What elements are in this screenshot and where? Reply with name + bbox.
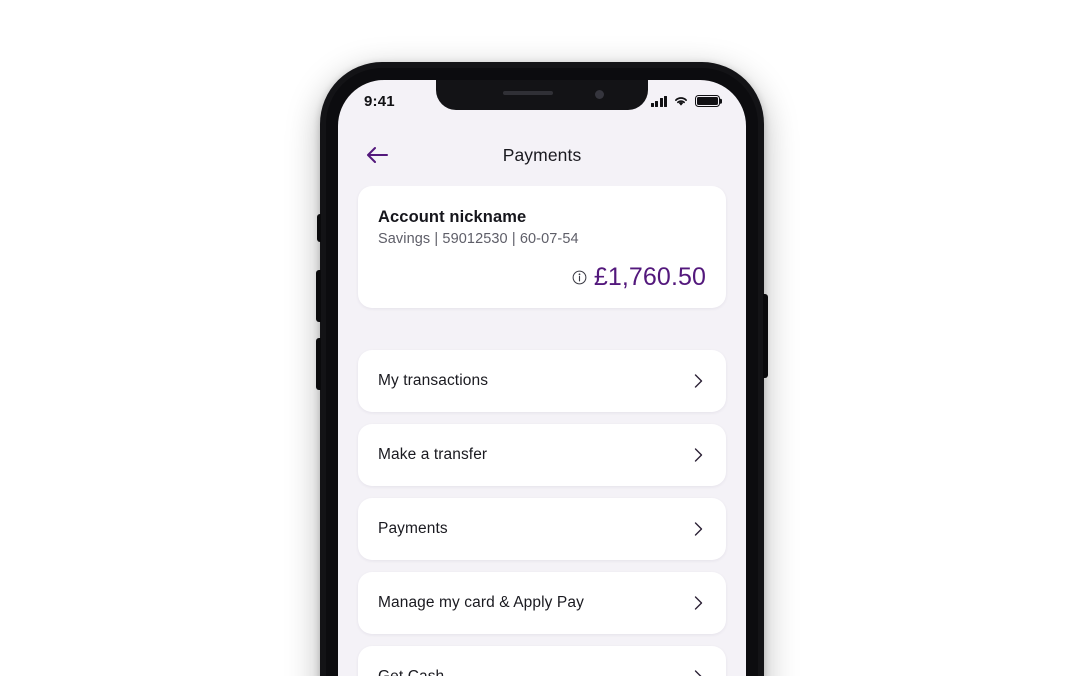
- silent-switch-button[interactable]: [317, 214, 321, 242]
- power-button[interactable]: [763, 294, 768, 378]
- screenshot-canvas: 9:41 Payments Account nickname Savings |…: [0, 0, 1080, 676]
- account-nickname: Account nickname: [378, 208, 527, 226]
- battery-full-icon: [695, 95, 720, 107]
- status-bar-time: 9:41: [364, 92, 395, 110]
- chevron-right-icon: [694, 596, 703, 610]
- page-content: Account nickname Savings | 59012530 | 60…: [338, 186, 746, 676]
- wifi-icon: [675, 97, 687, 106]
- chevron-right-icon: [694, 374, 703, 388]
- device-notch: [436, 80, 648, 110]
- battery-level-fill: [697, 97, 718, 105]
- app-header: Payments: [338, 124, 746, 186]
- menu-item-label: Get Cash: [378, 668, 444, 676]
- volume-up-button[interactable]: [316, 270, 321, 322]
- account-summary-card[interactable]: Account nickname Savings | 59012530 | 60…: [358, 186, 726, 308]
- menu-item-label: Payments: [378, 520, 448, 537]
- chevron-right-icon: [694, 670, 702, 676]
- menu-item-get-cash[interactable]: Get Cash: [358, 646, 726, 676]
- earpiece-speaker: [503, 91, 553, 95]
- arrow-left-icon: [367, 147, 388, 163]
- menu-item-manage-my-card[interactable]: Manage my card & Apply Pay: [358, 572, 726, 634]
- info-circle-icon[interactable]: [572, 270, 587, 285]
- volume-down-button[interactable]: [316, 338, 321, 390]
- menu-item-label: Make a transfer: [378, 446, 488, 463]
- menu-item-payments[interactable]: Payments: [358, 498, 726, 560]
- phone-screen: 9:41 Payments Account nickname Savings |…: [338, 80, 746, 676]
- status-bar-icons: [650, 95, 720, 107]
- chevron-right-icon: [694, 522, 703, 536]
- phone-device-frame: 9:41 Payments Account nickname Savings |…: [316, 62, 768, 676]
- menu-list: My transactions Make a transfer Payments: [358, 350, 726, 676]
- back-button[interactable]: [360, 138, 394, 172]
- menu-item-my-transactions[interactable]: My transactions: [358, 350, 726, 412]
- front-camera-icon: [595, 90, 604, 99]
- cellular-signal-icon: [650, 95, 667, 107]
- page-title: Payments: [502, 144, 582, 165]
- account-details: Savings | 59012530 | 60-07-54: [378, 231, 579, 247]
- account-balance: £1,760.50: [593, 263, 706, 291]
- chevron-right-icon: [694, 448, 703, 462]
- account-balance-row: £1,760.50: [378, 265, 706, 290]
- menu-item-label: My transactions: [378, 372, 489, 389]
- menu-item-label: Manage my card & Apply Pay: [378, 594, 584, 611]
- menu-item-make-a-transfer[interactable]: Make a transfer: [358, 424, 726, 486]
